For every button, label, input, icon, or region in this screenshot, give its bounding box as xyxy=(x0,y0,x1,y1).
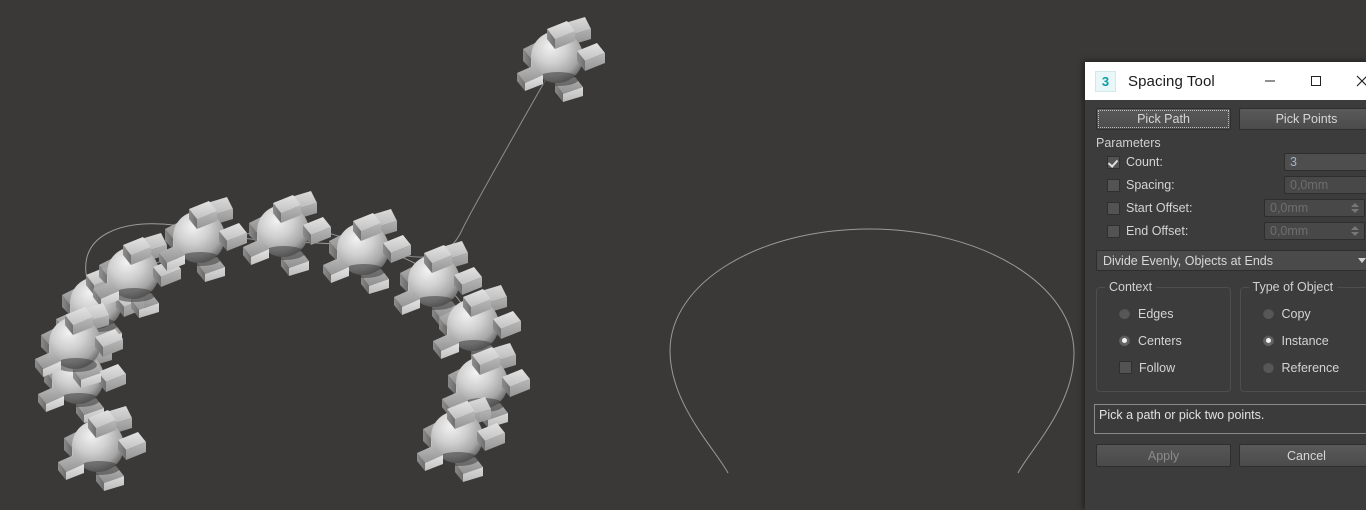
dialog-body: Pick Path Pick Points Parameters Count: … xyxy=(1085,100,1366,467)
chevron-down-icon[interactable] xyxy=(1358,258,1366,263)
end-offset-value: 0,0mm xyxy=(1270,224,1309,238)
reference-label: Reference xyxy=(1281,360,1340,375)
edges-label: Edges xyxy=(1138,306,1174,321)
param-row-start-offset[interactable]: Start Offset: 0,0mm xyxy=(1085,197,1366,219)
status-box: Pick a path or pick two points. xyxy=(1094,404,1366,434)
param-row-count[interactable]: Count: 3 xyxy=(1085,151,1366,173)
reference-radio[interactable] xyxy=(1262,362,1274,373)
instance-radio[interactable] xyxy=(1262,335,1274,346)
copy-label: Copy xyxy=(1281,306,1311,321)
distribution-value: Divide Evenly, Objects at Ends xyxy=(1103,253,1273,268)
radio-row-centers[interactable]: Centers xyxy=(1105,327,1222,354)
radio-row-edges[interactable]: Edges xyxy=(1105,300,1222,327)
start-offset-spinner-arrows-icon[interactable] xyxy=(1351,203,1359,213)
app-icon: 3 xyxy=(1095,70,1116,92)
spacing-tool-dialog[interactable]: 3 Spacing Tool Pick Path Pick Points Par… xyxy=(1085,62,1366,510)
row-follow[interactable]: Follow xyxy=(1105,354,1222,381)
window-controls xyxy=(1247,62,1366,100)
pick-buttons-row: Pick Path Pick Points xyxy=(1085,108,1366,130)
end-offset-label: End Offset: xyxy=(1126,224,1189,238)
start-offset-spinner[interactable]: 0,0mm xyxy=(1264,199,1365,217)
type-of-object-group: Type of Object Copy Instance Reference xyxy=(1239,280,1366,392)
maximize-icon[interactable] xyxy=(1293,62,1339,100)
apply-button[interactable]: Apply xyxy=(1096,444,1231,467)
start-offset-value: 0,0mm xyxy=(1270,201,1309,215)
centers-label: Centers xyxy=(1138,333,1182,348)
param-row-end-offset[interactable]: End Offset: 0,0mm xyxy=(1085,220,1366,242)
follow-checkbox[interactable] xyxy=(1119,361,1132,374)
instance-label: Instance xyxy=(1281,333,1329,348)
radio-row-instance[interactable]: Instance xyxy=(1249,327,1366,354)
end-offset-spinner[interactable]: 0,0mm xyxy=(1264,222,1365,240)
spacing-label: Spacing: xyxy=(1126,178,1175,192)
end-offset-checkbox[interactable] xyxy=(1107,224,1120,238)
copy-radio[interactable] xyxy=(1262,308,1274,319)
dialog-titlebar[interactable]: 3 Spacing Tool xyxy=(1085,62,1366,100)
context-group: Context Edges Centers Follow xyxy=(1096,280,1231,392)
pick-points-button[interactable]: Pick Points xyxy=(1239,108,1366,130)
distributed-objects xyxy=(35,17,605,491)
radio-row-reference[interactable]: Reference xyxy=(1249,354,1366,381)
spacing-value: 0,0mm xyxy=(1290,178,1329,192)
start-offset-label: Start Offset: xyxy=(1126,201,1193,215)
radio-row-copy[interactable]: Copy xyxy=(1249,300,1366,327)
count-spinner[interactable]: 3 xyxy=(1284,153,1366,171)
follow-label: Follow xyxy=(1139,360,1176,375)
close-icon[interactable] xyxy=(1339,62,1366,100)
parameters-group: Parameters Count: 3 Spacing: 0,0mm Start… xyxy=(1085,136,1366,242)
minimize-icon[interactable] xyxy=(1247,62,1293,100)
pick-path-button[interactable]: Pick Path xyxy=(1096,108,1231,130)
context-and-type-row: Context Edges Centers Follow Type of Obj… xyxy=(1085,280,1366,392)
distribution-dropdown[interactable]: Divide Evenly, Objects at Ends xyxy=(1096,250,1366,271)
spacing-spinner[interactable]: 0,0mm xyxy=(1284,176,1366,194)
start-offset-checkbox[interactable] xyxy=(1107,201,1120,215)
spline-ellipse xyxy=(669,228,1075,474)
type-of-object-group-label: Type of Object xyxy=(1248,280,1338,294)
count-value: 3 xyxy=(1290,155,1297,169)
edges-radio[interactable] xyxy=(1119,308,1130,319)
spacing-checkbox[interactable] xyxy=(1107,178,1120,192)
dialog-title: Spacing Tool xyxy=(1128,72,1215,90)
centers-radio[interactable] xyxy=(1119,335,1130,346)
count-checkbox[interactable] xyxy=(1107,155,1120,169)
context-group-label: Context xyxy=(1105,280,1157,294)
cancel-button[interactable]: Cancel xyxy=(1239,444,1366,467)
count-label: Count: xyxy=(1126,155,1163,169)
status-text: Pick a path or pick two points. xyxy=(1099,408,1265,422)
dialog-action-buttons: Apply Cancel xyxy=(1085,434,1366,467)
param-row-spacing[interactable]: Spacing: 0,0mm xyxy=(1085,174,1366,196)
end-offset-spinner-arrows-icon[interactable] xyxy=(1351,226,1359,236)
parameters-group-label: Parameters xyxy=(1096,136,1161,150)
